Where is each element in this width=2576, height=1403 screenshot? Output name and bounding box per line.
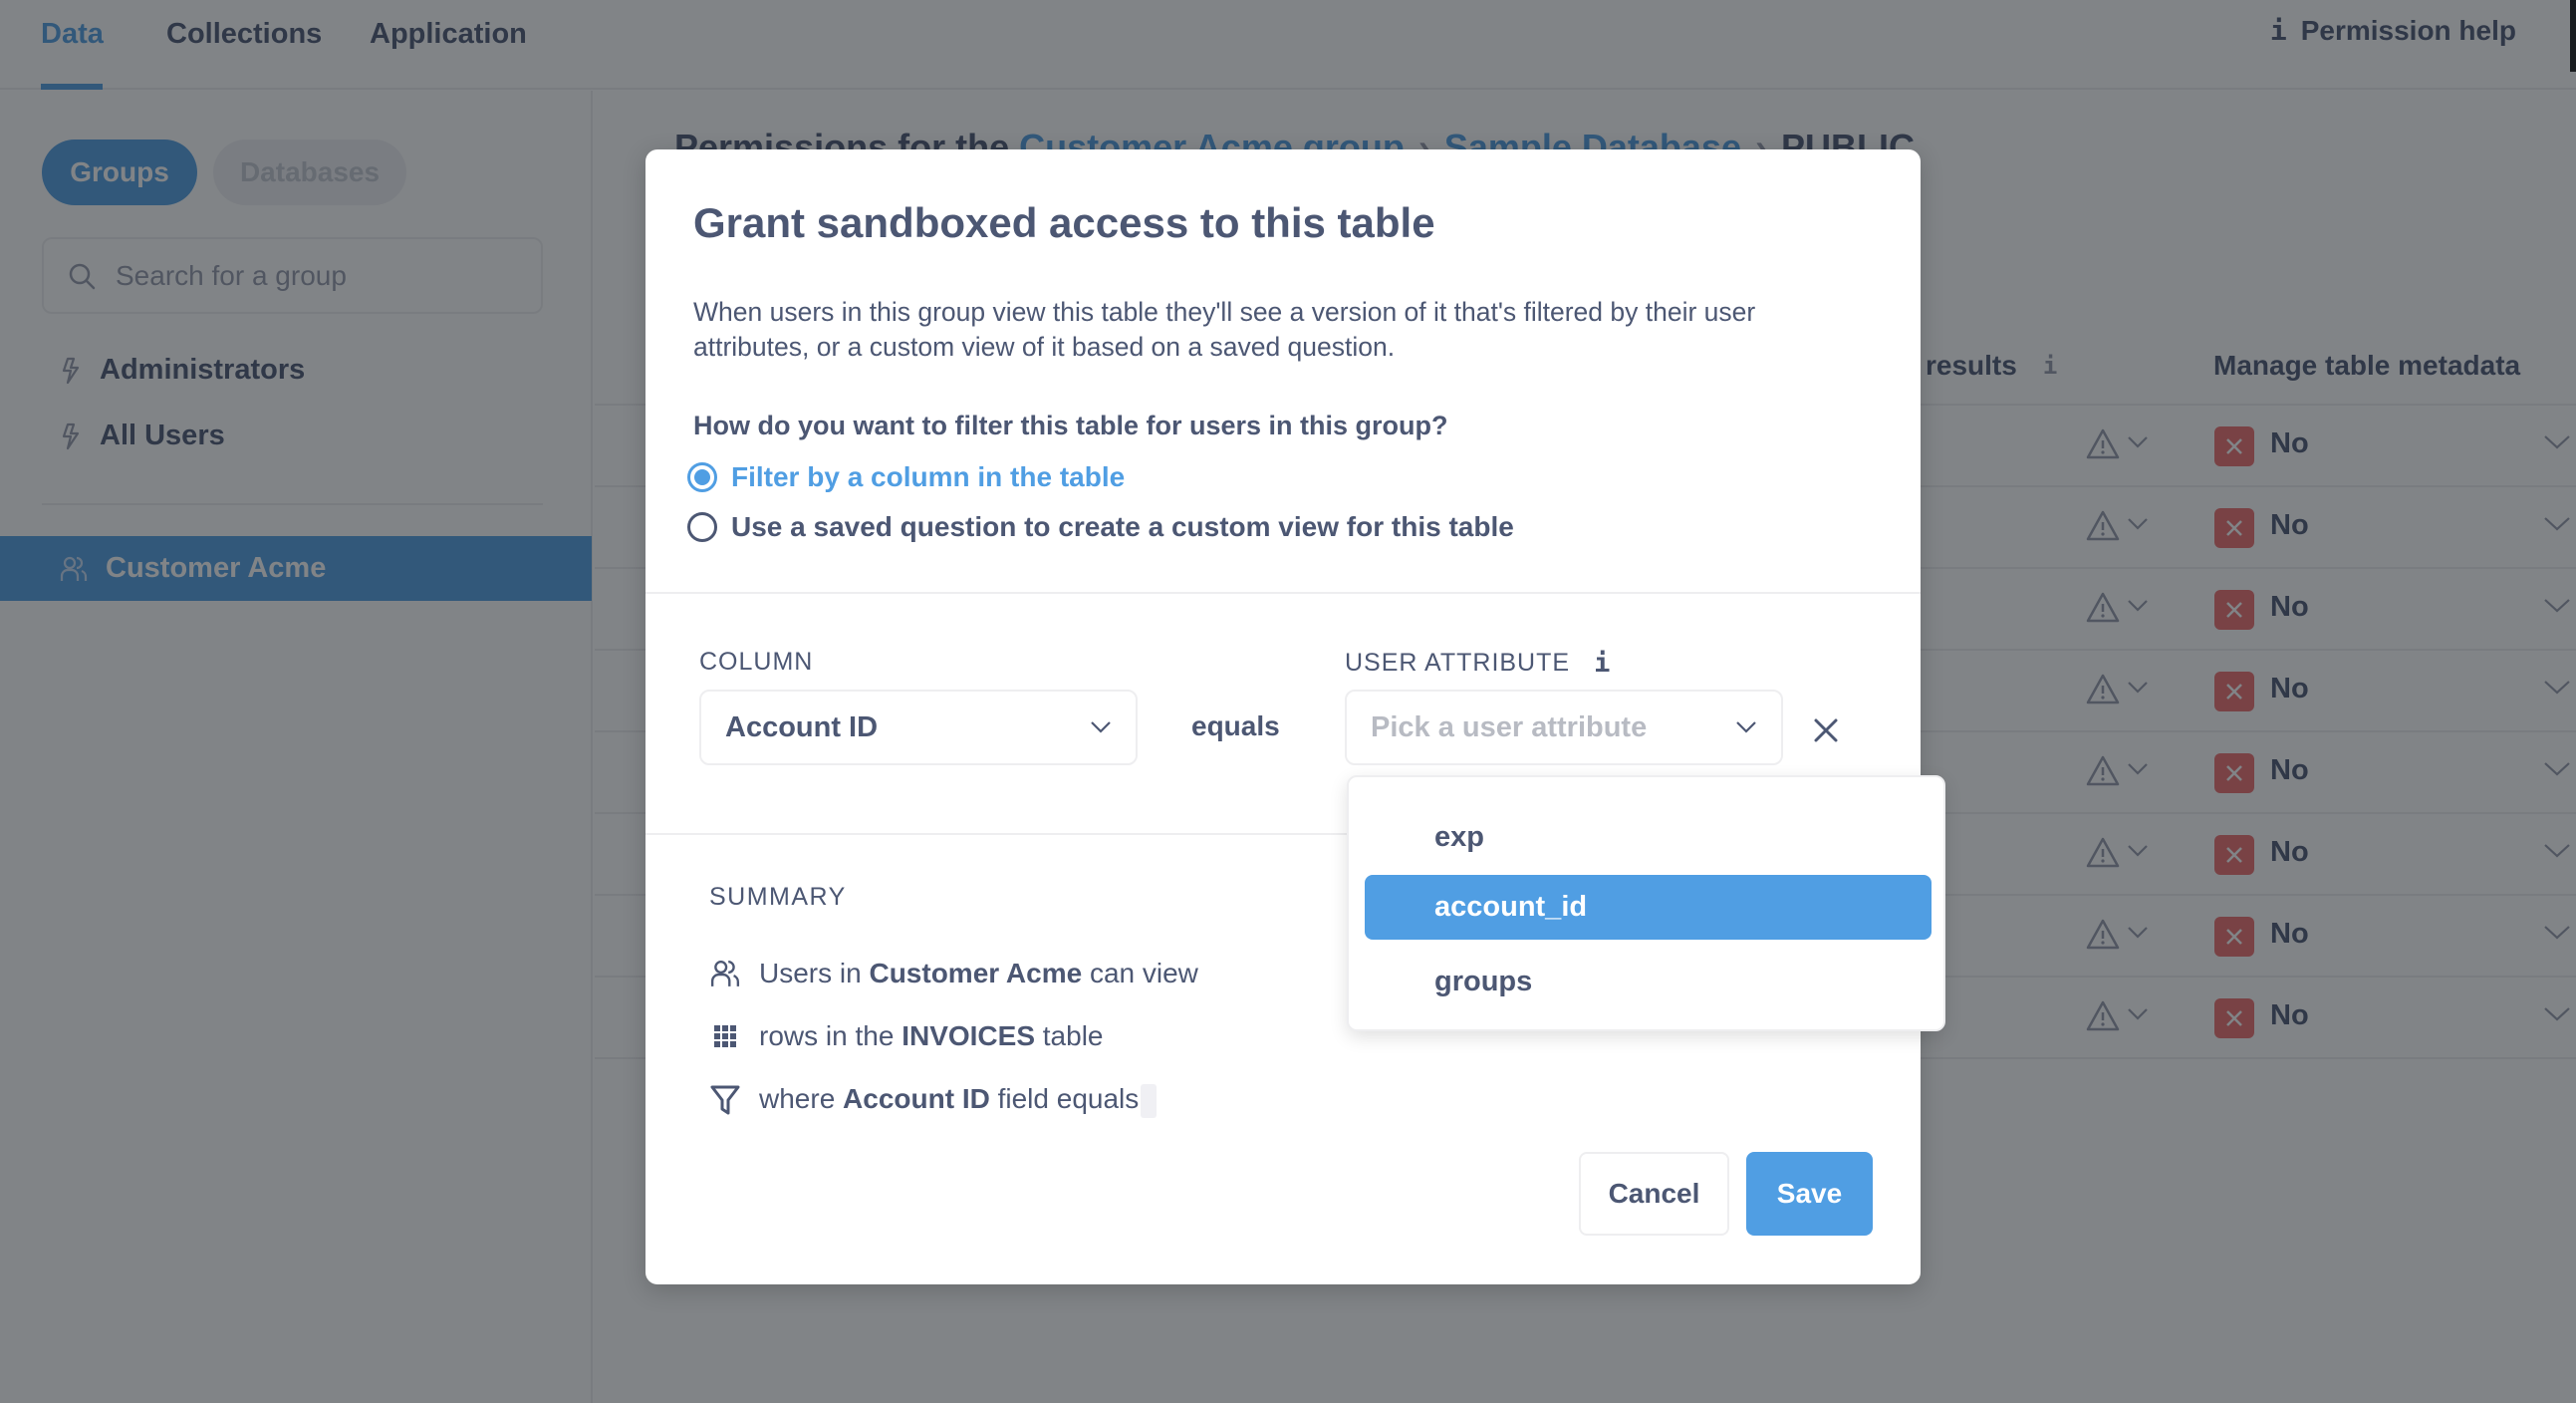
info-icon[interactable]: i	[1594, 648, 1611, 679]
radio-unchecked-icon[interactable]	[687, 512, 717, 542]
radio-checked-icon[interactable]	[687, 462, 717, 492]
summary-table-name: INVOICES	[902, 1020, 1035, 1051]
column-label-text: COLUMN	[699, 648, 814, 676]
column-field-label: COLUMN	[699, 648, 813, 677]
cancel-button[interactable]: Cancel	[1579, 1152, 1729, 1236]
radio-label: Filter by a column in the table	[731, 461, 1126, 492]
divider	[645, 592, 1921, 594]
save-button[interactable]: Save	[1746, 1152, 1873, 1236]
column-select-value: Account ID	[725, 710, 879, 743]
summary-text: can view	[1089, 958, 1198, 988]
sandbox-modal: Grant sandboxed access to this table Whe…	[645, 149, 1921, 1284]
user-attribute-label-text: USER ATTRIBUTE	[1345, 649, 1571, 677]
summary-text: table	[1042, 1020, 1104, 1051]
close-icon[interactable]	[1813, 717, 1839, 743]
operator-label: equals	[1191, 710, 1280, 741]
summary-column-name: Account ID	[843, 1083, 990, 1114]
summary-text: Users in	[759, 958, 862, 988]
summary-text: field equals	[997, 1083, 1140, 1114]
radio-saved-question[interactable]: Use a saved question to create a custom …	[687, 511, 1514, 543]
radio-filter-by-column[interactable]: Filter by a column in the table	[687, 461, 1125, 493]
summary-text: rows in the	[759, 1020, 895, 1051]
summary-line-users: Users in Customer Acme can view	[709, 958, 1198, 989]
modal-description: When users in this group view this table…	[693, 297, 1756, 362]
summary-group-name: Customer Acme	[869, 958, 1083, 988]
dropdown-option-exp[interactable]: exp	[1365, 805, 1932, 870]
attribute-placeholder-chip	[1141, 1083, 1158, 1118]
summary-line-filter: where Account ID field equals	[709, 1083, 1158, 1118]
grid-icon	[709, 1020, 741, 1052]
dropdown-option-groups[interactable]: groups	[1365, 950, 1932, 1014]
modal-title: Grant sandboxed access to this table	[693, 199, 1435, 246]
filter-icon	[709, 1084, 741, 1116]
radio-label: Use a saved question to create a custom …	[731, 511, 1514, 542]
filter-question: How do you want to filter this table for…	[693, 411, 1448, 440]
user-attribute-select[interactable]: Pick a user attribute	[1345, 690, 1783, 765]
dropdown-option-account-id[interactable]: account_id	[1365, 875, 1932, 940]
summary-text: where	[759, 1083, 836, 1114]
summary-label: SUMMARY	[709, 883, 847, 911]
user-attribute-field-label: USER ATTRIBUTE i	[1345, 648, 1611, 679]
user-attribute-placeholder: Pick a user attribute	[1371, 710, 1648, 743]
user-attribute-dropdown: exp account_id groups	[1347, 775, 1945, 1031]
column-select[interactable]: Account ID	[699, 690, 1138, 765]
summary-line-table: rows in the INVOICES table	[709, 1020, 1104, 1052]
people-icon	[709, 958, 741, 989]
chevron-down-icon	[1736, 721, 1756, 733]
chevron-down-icon	[1091, 721, 1111, 733]
